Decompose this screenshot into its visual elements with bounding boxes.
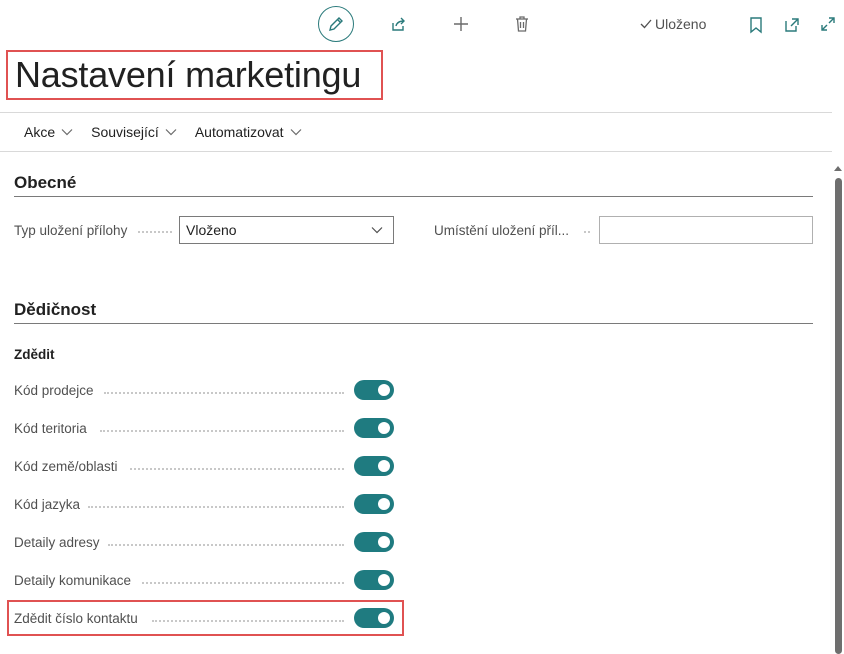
attachment-location-label: Umístění uložení příl... xyxy=(434,223,570,238)
inherit-label-country: Kód země/oblasti xyxy=(14,459,118,474)
section-title-general: Obecné xyxy=(14,173,77,192)
field-dots xyxy=(584,231,590,233)
delete-button[interactable] xyxy=(512,14,532,34)
open-new-window-icon xyxy=(785,18,799,32)
inherit-label-address: Detaily adresy xyxy=(14,535,100,550)
bookmark-button[interactable] xyxy=(747,15,765,35)
share-icon xyxy=(392,17,405,31)
action-souvisejici[interactable]: Související xyxy=(91,124,177,140)
toggle-language[interactable] xyxy=(354,494,394,514)
edit-icon xyxy=(329,17,343,31)
toggle-knob xyxy=(378,498,390,510)
inherit-label-territory: Kód teritoria xyxy=(14,421,87,436)
field-dots xyxy=(142,582,344,584)
open-new-window-button[interactable] xyxy=(782,15,802,35)
toggle-knob xyxy=(378,574,390,586)
add-icon xyxy=(454,17,468,31)
toggle-country[interactable] xyxy=(354,456,394,476)
section-title-inheritance: Dědičnost xyxy=(14,300,97,319)
field-dots xyxy=(88,506,344,508)
toggle-knob xyxy=(378,460,390,472)
toggle-knob xyxy=(378,536,390,548)
action-bar: Akce Související Automatizovat xyxy=(24,124,302,140)
delete-icon xyxy=(516,16,528,32)
inherit-label-communication: Detaily komunikace xyxy=(14,573,132,588)
section-divider xyxy=(14,196,813,197)
checkmark-icon xyxy=(640,19,652,29)
attachment-type-value: Vloženo xyxy=(186,222,237,238)
share-button[interactable] xyxy=(388,14,408,34)
scroll-up-arrow-icon[interactable] xyxy=(833,163,843,173)
action-label: Akce xyxy=(24,124,56,140)
scrollbar-thumb[interactable] xyxy=(835,178,842,654)
field-dots xyxy=(108,544,344,546)
action-label: Související xyxy=(91,124,159,140)
divider xyxy=(0,112,832,113)
toggle-address[interactable] xyxy=(354,532,394,552)
action-akce[interactable]: Akce xyxy=(24,124,73,140)
section-divider xyxy=(14,323,813,324)
chevron-down-icon xyxy=(371,227,383,234)
attachment-type-select[interactable]: Vloženo xyxy=(179,216,394,244)
toggle-knob xyxy=(378,612,390,624)
field-dots xyxy=(152,620,344,622)
field-dots xyxy=(100,430,344,432)
page-title: Nastavení marketingu xyxy=(15,54,362,95)
attachment-location-input[interactable] xyxy=(599,216,813,244)
inherit-label-salesperson: Kód prodejce xyxy=(14,383,94,398)
edit-button[interactable] xyxy=(318,6,354,42)
bookmark-icon xyxy=(750,17,762,34)
toggle-communication[interactable] xyxy=(354,570,394,590)
chevron-down-icon xyxy=(61,129,73,136)
chevron-down-icon xyxy=(290,129,301,136)
field-dots xyxy=(138,231,172,233)
toggle-salesperson[interactable] xyxy=(354,380,394,400)
inherit-subheading: Zdědit xyxy=(14,347,55,362)
action-label: Automatizovat xyxy=(194,124,284,140)
attachment-type-label: Typ uložení přílohy xyxy=(14,223,128,238)
inherit-label-language: Kód jazyka xyxy=(14,497,81,512)
action-automatizovat[interactable]: Automatizovat xyxy=(195,124,302,140)
field-dots xyxy=(104,392,344,394)
inherit-label-contact-no: Zdědit číslo kontaktu xyxy=(14,611,138,626)
toggle-knob xyxy=(378,384,390,396)
chevron-down-icon xyxy=(165,129,177,136)
save-status: Uloženo xyxy=(639,16,706,32)
add-button[interactable] xyxy=(451,14,471,34)
save-status-text: Uloženo xyxy=(655,16,707,32)
expand-button[interactable] xyxy=(818,14,838,34)
toggle-contact-no[interactable] xyxy=(354,608,394,628)
field-dots xyxy=(130,468,344,470)
toggle-territory[interactable] xyxy=(354,418,394,438)
expand-icon xyxy=(821,17,835,31)
toggle-knob xyxy=(378,422,390,434)
divider xyxy=(0,151,832,152)
